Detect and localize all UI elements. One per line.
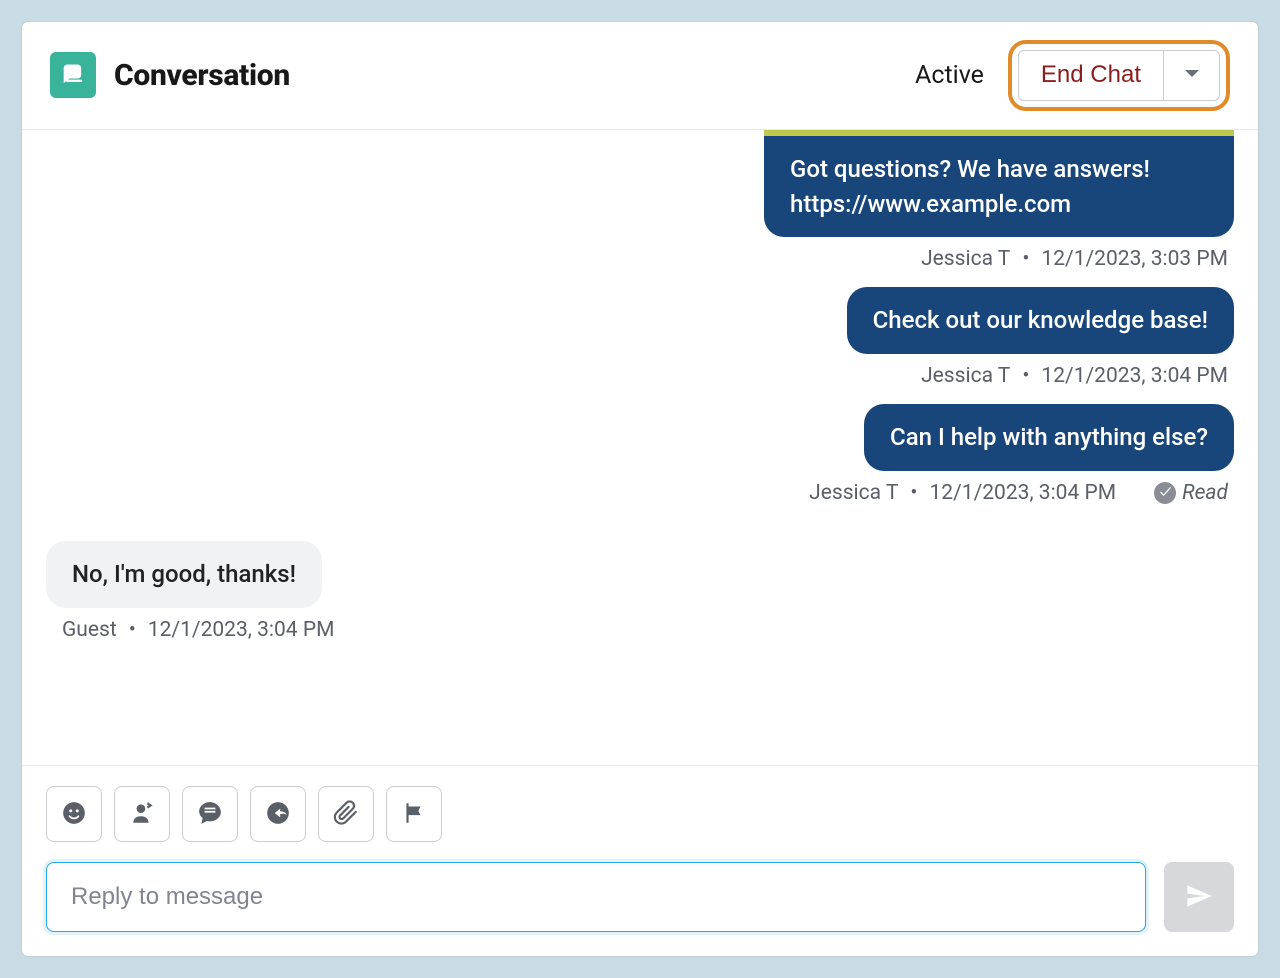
read-badge: Read xyxy=(1154,481,1228,505)
end-chat-dropdown[interactable] xyxy=(1164,50,1220,101)
meta-separator: • xyxy=(1022,364,1029,388)
message-bubble: Got questions? We have answers! https://… xyxy=(764,130,1234,238)
message-time: 12/1/2023, 3:04 PM xyxy=(148,618,335,642)
message-bubble: No, I'm good, thanks! xyxy=(46,541,322,608)
message-time: 12/1/2023, 3:04 PM xyxy=(1041,364,1228,388)
message-time: 12/1/2023, 3:04 PM xyxy=(930,481,1117,505)
conversation-card: Conversation Active End Chat Got questio… xyxy=(22,22,1258,956)
read-label: Read xyxy=(1182,481,1228,505)
message-row: Got questions? We have answers! https://… xyxy=(46,130,1234,272)
conversation-icon xyxy=(50,52,96,98)
message-author: Jessica T xyxy=(921,247,1010,271)
conversation-header: Conversation Active End Chat xyxy=(22,22,1258,130)
message-author: Jessica T xyxy=(809,481,898,505)
message-bubble: Can I help with anything else? xyxy=(864,404,1234,471)
chevron-down-icon xyxy=(1184,68,1200,83)
message-bubble: Check out our knowledge base! xyxy=(847,287,1234,354)
flag-icon xyxy=(401,800,427,829)
reply-icon xyxy=(265,800,291,829)
emoji-button[interactable] xyxy=(46,786,102,842)
flag-button[interactable] xyxy=(386,786,442,842)
note-button[interactable] xyxy=(182,786,238,842)
message-row: No, I'm good, thanks! Guest • 12/1/2023,… xyxy=(46,541,1234,642)
send-icon xyxy=(1185,882,1213,913)
chat-icon xyxy=(197,800,223,829)
canned-response-button[interactable] xyxy=(250,786,306,842)
attachment-button[interactable] xyxy=(318,786,374,842)
emoji-icon xyxy=(61,800,87,829)
end-chat-highlight: End Chat xyxy=(1008,40,1230,111)
message-time: 12/1/2023, 3:03 PM xyxy=(1041,247,1228,271)
reply-input[interactable] xyxy=(46,862,1146,932)
message-list: Got questions? We have answers! https://… xyxy=(22,130,1258,765)
message-author: Guest xyxy=(62,618,117,642)
reply-row xyxy=(46,862,1234,932)
meta-separator: • xyxy=(1022,247,1029,271)
transfer-icon xyxy=(129,800,155,829)
check-icon xyxy=(1154,482,1176,504)
message-meta: Jessica T • 12/1/2023, 3:03 PM xyxy=(921,247,1234,271)
message-meta: Jessica T • 12/1/2023, 3:04 PM xyxy=(921,364,1234,388)
paperclip-icon xyxy=(333,800,359,829)
send-button[interactable] xyxy=(1164,862,1234,932)
meta-separator: • xyxy=(910,481,917,505)
message-row: Can I help with anything else? Jessica T… xyxy=(46,404,1234,505)
composer-toolbar xyxy=(46,786,1234,842)
composer xyxy=(22,765,1258,956)
page-title: Conversation xyxy=(114,58,290,93)
message-row: Check out our knowledge base! Jessica T … xyxy=(46,287,1234,388)
message-meta: Jessica T • 12/1/2023, 3:04 PM Read xyxy=(809,481,1234,505)
message-author: Jessica T xyxy=(921,364,1010,388)
message-meta: Guest • 12/1/2023, 3:04 PM xyxy=(46,618,334,642)
end-chat-button[interactable]: End Chat xyxy=(1018,50,1164,101)
meta-separator: • xyxy=(129,618,136,642)
transfer-button[interactable] xyxy=(114,786,170,842)
status-label: Active xyxy=(915,61,984,90)
